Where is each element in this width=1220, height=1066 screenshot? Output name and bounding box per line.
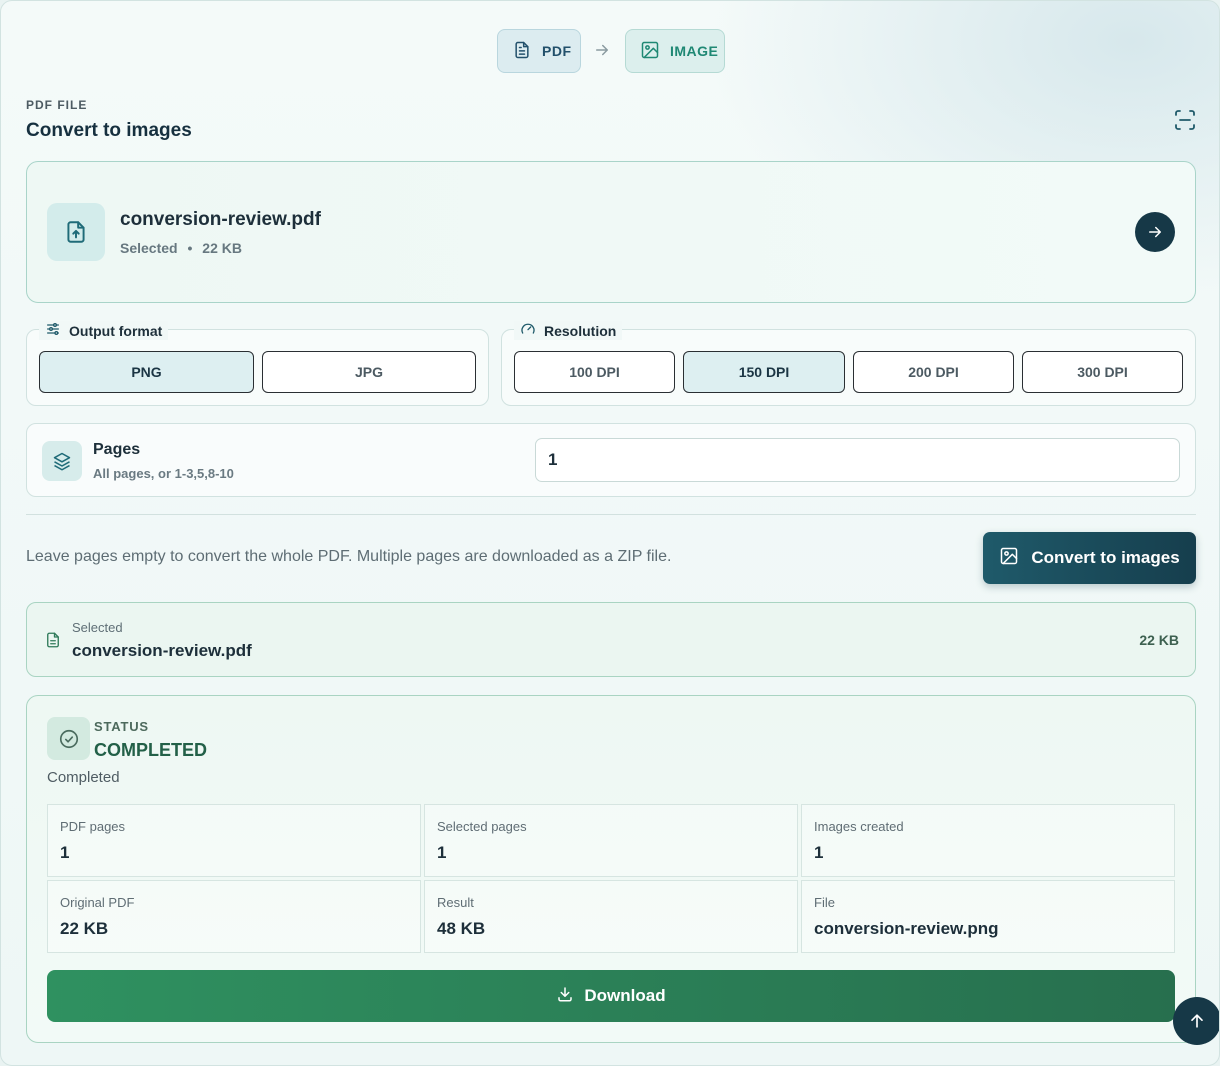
stat-value: 48 KB — [437, 919, 486, 938]
converter-card: PDF IMAGE PDF FILE Convert to images con… — [0, 0, 1220, 1066]
status-value: COMPLETED — [94, 740, 208, 760]
pages-label: Pages — [93, 441, 141, 458]
image-icon — [999, 546, 1019, 571]
download-button-label: Download — [584, 986, 666, 1005]
help-note: Leave pages empty to convert the whole P… — [26, 548, 672, 565]
target-format-pill: IMAGE — [625, 29, 725, 73]
format-option-jpg[interactable]: JPG — [262, 351, 476, 393]
stat-value: 1 — [437, 843, 447, 862]
stat-cell: Result 48 KB — [424, 880, 798, 953]
scan-icon[interactable] — [1173, 108, 1197, 132]
stat-label: PDF pages — [60, 819, 126, 834]
resolution-option-300[interactable]: 300 DPI — [1022, 351, 1183, 393]
target-format-label: IMAGE — [670, 43, 719, 59]
selected-file-name: conversion-review.pdf — [72, 641, 252, 660]
pages-hint: All pages, or 1-3,5,8-10 — [93, 466, 234, 481]
stat-label: File — [814, 895, 835, 910]
resolution-option-100[interactable]: 100 DPI — [514, 351, 675, 393]
stat-value: conversion-review.png — [814, 919, 999, 938]
document-icon — [512, 40, 532, 63]
stat-label: Selected pages — [437, 819, 527, 834]
arrow-right-icon — [1149, 226, 1161, 238]
stat-cell: PDF pages 1 — [47, 804, 421, 877]
scroll-to-top-button[interactable] — [1173, 997, 1219, 1045]
output-format-legend: Output format — [39, 321, 169, 340]
gauge-icon — [520, 321, 536, 340]
resolution-option-200[interactable]: 200 DPI — [853, 351, 1014, 393]
resolution-legend: Resolution — [514, 321, 623, 340]
stat-label: Original PDF — [60, 895, 135, 910]
layers-icon — [42, 441, 82, 481]
file-name: conversion-review.pdf — [120, 209, 321, 230]
download-button[interactable]: Download — [47, 970, 1175, 1022]
status-text: Completed — [47, 769, 120, 786]
stat-value: 22 KB — [60, 919, 109, 938]
section-eyebrow: PDF FILE — [26, 98, 88, 112]
output-format-group: Output format PNG JPG — [26, 321, 489, 406]
pages-input[interactable] — [535, 438, 1180, 482]
stat-label: Result — [437, 895, 474, 910]
status-panel: STATUS COMPLETED Completed PDF pages 1 S… — [26, 695, 1196, 1043]
next-button[interactable] — [1135, 212, 1175, 252]
selected-label: Selected — [72, 620, 123, 635]
stat-cell: Original PDF 22 KB — [47, 880, 421, 953]
stat-cell: Selected pages 1 — [424, 804, 798, 877]
check-circle-icon — [47, 717, 90, 760]
document-icon — [44, 631, 62, 654]
status-eyebrow: STATUS — [94, 719, 149, 734]
meta-separator: • — [187, 240, 193, 256]
image-icon — [640, 40, 660, 63]
stat-cell: File conversion-review.png — [801, 880, 1175, 953]
convert-button-label: Convert to images — [1031, 548, 1180, 567]
arrow-up-icon — [1191, 1014, 1203, 1028]
file-size: 22 KB — [202, 240, 242, 256]
stat-value: 1 — [60, 843, 70, 862]
stat-cell: Images created 1 — [801, 804, 1175, 877]
resolution-option-150[interactable]: 150 DPI — [683, 351, 845, 393]
sliders-icon — [45, 321, 61, 340]
stat-value: 1 — [814, 843, 824, 862]
arrow-right-icon — [593, 41, 611, 64]
format-option-png[interactable]: PNG — [39, 351, 254, 393]
resolution-group: Resolution 100 DPI 150 DPI 200 DPI 300 D… — [501, 321, 1196, 406]
download-icon — [556, 985, 574, 1008]
source-format-label: PDF — [542, 43, 572, 59]
output-format-label: Output format — [69, 322, 163, 339]
selected-file-summary: Selected conversion-review.pdf 22 KB — [26, 602, 1196, 677]
source-format-pill: PDF — [497, 29, 581, 73]
file-state: Selected — [120, 240, 178, 256]
resolution-label: Resolution — [544, 322, 617, 339]
selected-file-size: 22 KB — [1139, 632, 1179, 648]
stat-label: Images created — [814, 819, 904, 834]
divider — [26, 514, 1196, 515]
page-title: Convert to images — [26, 120, 192, 141]
pages-row: Pages All pages, or 1-3,5,8-10 — [26, 423, 1196, 497]
convert-button[interactable]: Convert to images — [983, 532, 1196, 584]
file-dropzone[interactable]: conversion-review.pdf Selected • 22 KB — [26, 161, 1196, 303]
upload-file-icon — [47, 203, 105, 261]
file-meta: Selected • 22 KB — [120, 240, 242, 256]
